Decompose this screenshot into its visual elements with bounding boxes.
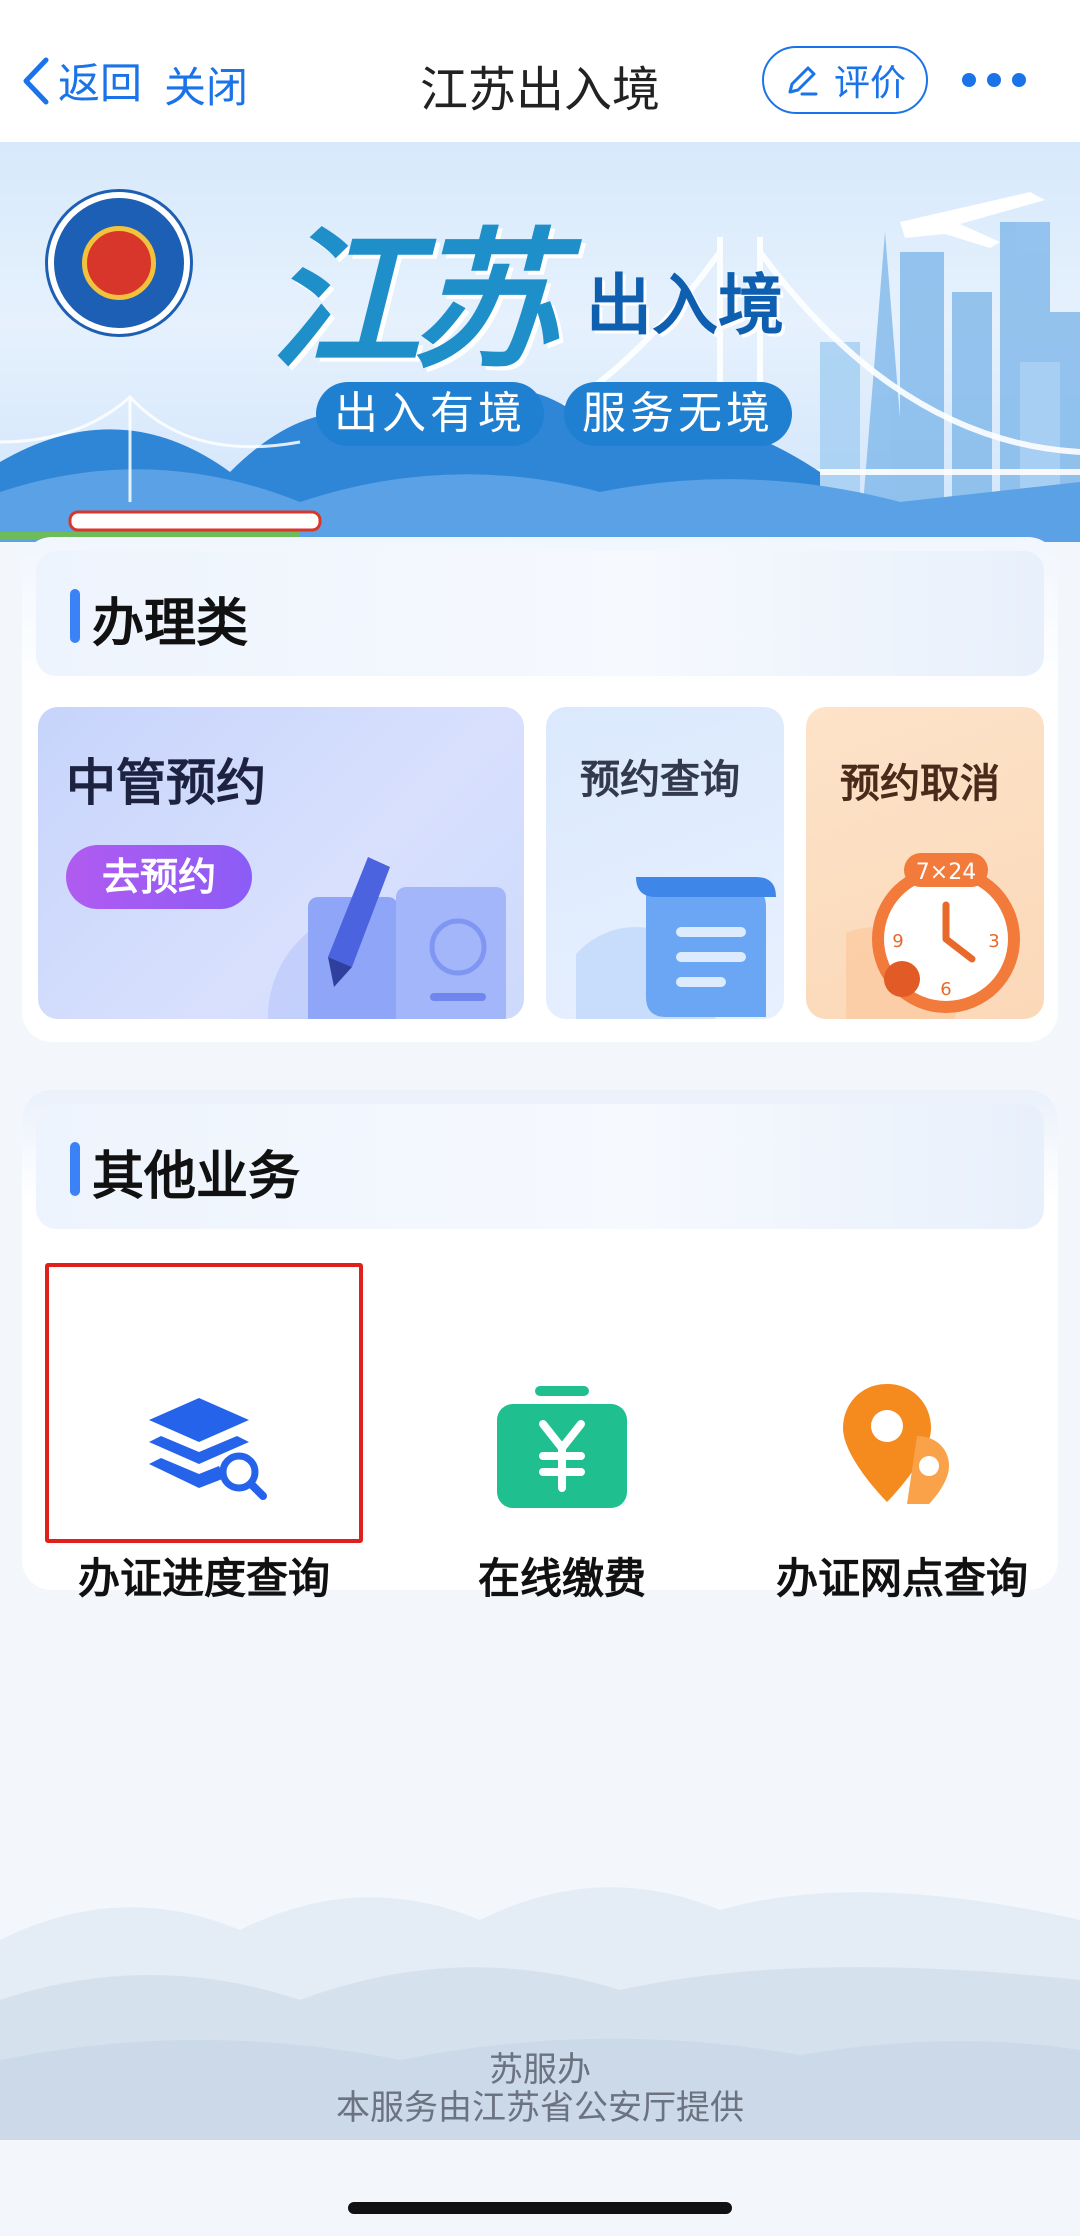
tile-appointment-cancel[interactable]: 预约取消 7×24 3 6 9 [806, 707, 1044, 1019]
tile-label: 预约查询 [580, 757, 740, 803]
clock-number: 6 [940, 979, 951, 1000]
slogan-badge: 出入有境 [316, 382, 544, 446]
more-options-button[interactable] [962, 64, 1026, 96]
section-title-other: 其他业务 [92, 1147, 301, 1207]
banner-title-jiangsu: 江苏 [270, 213, 560, 389]
nav-bar: 返回 关闭 江苏出入境 评价 [0, 0, 1080, 142]
clock-number: 9 [892, 931, 903, 952]
chevron-left-icon [23, 57, 49, 104]
more-dot-icon [1012, 73, 1026, 87]
service-label: 在线缴费 [477, 1554, 646, 1603]
banner-title-immigration: 出入境 [586, 267, 784, 344]
footer-provider: 本服务由江苏省公安厅提供 [336, 2088, 744, 2128]
emblem-icon [82, 226, 156, 300]
tile-appointment-query[interactable]: 预约查询 [546, 707, 784, 1019]
location-pin-icon [843, 1384, 949, 1504]
rate-label: 评价 [833, 63, 906, 104]
more-dot-icon [987, 73, 1001, 87]
service-label: 办证进度查询 [77, 1554, 330, 1603]
service-outlet-query[interactable]: 办证网点查询 [742, 1355, 1062, 1635]
layers-search-icon [149, 1398, 267, 1500]
other-services-card: 其他业务 办证进度查询 在线缴费 办证网点查询 [22, 1090, 1058, 1603]
hero-banner: 江苏 出入境 出入有境 服务无境 [0, 142, 1080, 542]
edit-pen-icon [788, 66, 818, 96]
handling-card: 办理类 中管预约 去预约 预约查询 预约取消 7×24 3 6 9 [22, 537, 1058, 1042]
section-accent-bar [70, 1142, 80, 1196]
more-dot-icon [962, 73, 976, 87]
tile-label: 预约取消 [840, 761, 1000, 807]
immigration-badge-logo [48, 192, 190, 334]
scroll-icon [576, 877, 776, 1019]
passport-pen-icon [268, 857, 506, 1019]
clock-badge-text: 7×24 [916, 860, 976, 885]
back-label: 返回 [58, 59, 143, 108]
tile-central-appointment[interactable]: 中管预约 去预约 [38, 707, 524, 1019]
rate-button[interactable]: 评价 [762, 46, 928, 114]
clock-number: 3 [988, 931, 999, 952]
service-online-payment[interactable]: 在线缴费 [402, 1355, 722, 1635]
service-progress-query[interactable]: 办证进度查询 [44, 1355, 364, 1635]
tile-label: 中管预约 [66, 754, 266, 812]
service-label: 办证网点查询 [775, 1554, 1028, 1603]
go-appointment-button[interactable]: 去预约 [66, 845, 252, 909]
home-indicator[interactable] [348, 2202, 732, 2214]
clock-icon: 7×24 3 6 9 [846, 853, 1020, 1019]
slogan-badge: 服务无境 [564, 382, 792, 446]
section-title-handling: 办理类 [92, 594, 249, 654]
section-accent-bar [70, 589, 80, 643]
close-button[interactable]: 关闭 [164, 54, 248, 115]
back-button[interactable]: 返回 [18, 50, 142, 111]
yuan-wallet-icon [497, 1386, 627, 1508]
